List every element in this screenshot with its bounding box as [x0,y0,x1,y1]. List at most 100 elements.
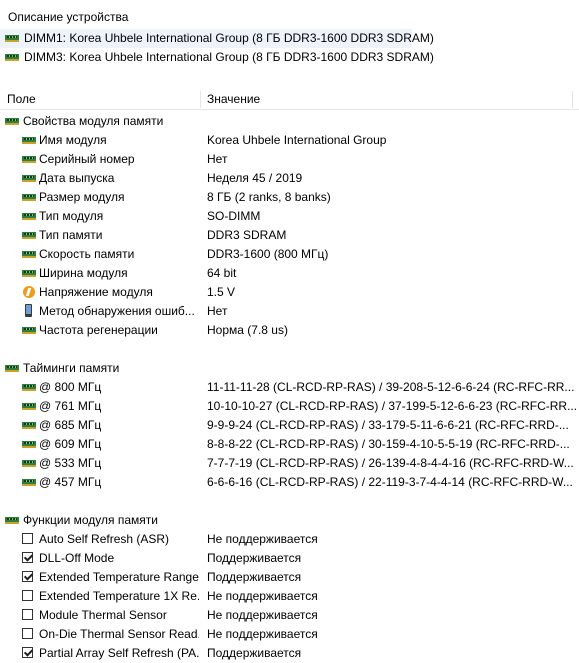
field-value: Нет [207,152,228,166]
table-row[interactable]: Частота регенерации Норма (7.8 us) [0,321,579,340]
field-value: Нет [207,304,228,318]
table-row[interactable]: Имя модуля Korea Uhbele International Gro… [0,131,579,150]
field-value: 10-10-10-27 (CL-RCD-RP-RAS) / 37-199-5-1… [207,399,577,413]
field-value: Поддерживается [207,551,302,565]
ram-module-icon [5,118,19,125]
column-header-value[interactable]: Значение [207,89,260,109]
unchecked-checkbox[interactable] [22,628,33,639]
table-row[interactable]: @ 685 МГц 9-9-9-24 (CL-RCD-RP-RAS) / 33-1… [0,416,579,435]
field-name: Тип модуля [39,209,104,223]
ram-module-icon [22,194,36,201]
section-title: Тайминги памяти [23,361,120,375]
voltage-icon [23,286,35,298]
section-header[interactable]: Тайминги памяти [0,359,579,378]
ram-module-icon [22,327,36,334]
ram-module-icon [22,441,36,448]
field-value: 8-8-8-22 (CL-RCD-RP-RAS) / 30-159-4-10-5… [207,437,570,451]
device-item-dimm3[interactable]: DIMM3: Korea Uhbele International Group … [0,48,579,67]
device-description-title: Описание устройства [8,10,129,24]
device-label: DIMM1: Korea Uhbele International Group … [24,31,434,45]
field-name: Auto Self Refresh (ASR) [39,532,170,546]
table-row[interactable]: Extended Temperature Range Поддерживается [0,568,579,587]
ram-module-icon [22,232,36,239]
table-row[interactable]: Скорость памяти DDR3-1600 (800 МГц) [0,245,579,264]
table-row[interactable]: DLL-Off Mode Поддерживается [0,549,579,568]
table-row[interactable]: Размер модуля 8 ГБ (2 ranks, 8 banks) [0,188,579,207]
field-value: Не поддерживается [207,608,318,622]
field-name: Extended Temperature 1X Re... [39,589,199,603]
ram-module-icon [22,460,36,467]
field-value: Неделя 45 / 2019 [207,171,303,185]
device-list: DIMM1: Korea Uhbele International Group … [0,29,579,67]
table-row[interactable]: Серийный номер Нет [0,150,579,169]
checked-checkbox[interactable] [22,647,33,658]
field-value: 11-11-11-28 (CL-RCD-RP-RAS) / 39-208-5-1… [207,380,575,394]
field-name: Имя модуля [39,133,107,147]
field-name: Partial Array Self Refresh (PA... [39,646,199,660]
unchecked-checkbox[interactable] [22,609,33,620]
table-row[interactable]: Напряжение модуля 1.5 V [0,283,579,302]
field-name: Extended Temperature Range [39,570,199,584]
table-row[interactable]: @ 800 МГц 11-11-11-28 (CL-RCD-RP-RAS) / 3… [0,378,579,397]
field-value: Норма (7.8 us) [207,323,288,337]
ram-module-icon [22,156,36,163]
table-header: Поле Значение [0,89,579,110]
field-name: DLL-Off Mode [39,551,115,565]
field-name: Размер модуля [39,190,125,204]
table-row[interactable]: Module Thermal Sensor Не поддерживается [0,606,579,625]
checked-checkbox[interactable] [22,571,33,582]
table-row[interactable]: On-Die Thermal Sensor Read... Не поддержи… [0,625,579,644]
ram-module-icon [22,175,36,182]
field-name: Ширина модуля [39,266,128,280]
device-icon [25,304,32,317]
table-row[interactable]: @ 533 МГц 7-7-7-19 (CL-RCD-RP-RAS) / 26-1… [0,454,579,473]
ram-module-icon [22,403,36,410]
ram-module-icon [22,479,36,486]
ram-module-icon [5,35,19,42]
field-name: @ 609 МГц [39,437,102,451]
field-value: Не поддерживается [207,627,318,641]
field-value: Поддерживается [207,570,302,584]
field-name: Module Thermal Sensor [39,608,167,622]
device-item-dimm1[interactable]: DIMM1: Korea Uhbele International Group … [0,29,434,48]
section-title: Функции модуля памяти [23,513,158,527]
checked-checkbox[interactable] [22,552,33,563]
field-value: Поддерживается [207,646,302,660]
table-row[interactable]: @ 609 МГц 8-8-8-22 (CL-RCD-RP-RAS) / 30-1… [0,435,579,454]
table-row[interactable]: Extended Temperature 1X Re... Не поддержи… [0,587,579,606]
field-value: Korea Uhbele International Group [207,133,387,147]
table-row[interactable]: Ширина модуля 64 bit [0,264,579,283]
ram-module-icon [22,213,36,220]
field-name: @ 457 МГц [39,475,102,489]
table-row[interactable]: Дата выпуска Неделя 45 / 2019 [0,169,579,188]
unchecked-checkbox[interactable] [22,533,33,544]
field-value: 7-7-7-19 (CL-RCD-RP-RAS) / 26-139-4-8-4-… [207,456,574,470]
field-value: DDR3 SDRAM [207,228,287,242]
column-divider[interactable] [200,91,201,108]
table-row[interactable]: Partial Array Self Refresh (PA... Поддерж… [0,644,579,663]
section-header[interactable]: Функции модуля памяти [0,511,579,530]
field-name: On-Die Thermal Sensor Read... [39,627,199,641]
unchecked-checkbox[interactable] [22,590,33,601]
ram-module-icon [22,137,36,144]
field-name: Метод обнаружения ошиб... [39,304,195,318]
table-row[interactable]: @ 761 МГц 10-10-10-27 (CL-RCD-RP-RAS) / 3… [0,397,579,416]
ram-module-icon [22,384,36,391]
table-row[interactable]: @ 457 МГц 6-6-6-16 (CL-RCD-RP-RAS) / 22-1… [0,473,579,492]
field-value: 64 bit [207,266,237,280]
field-name: Тип памяти [39,228,103,242]
field-name: @ 800 МГц [39,380,102,394]
table-row[interactable]: Тип памяти DDR3 SDRAM [0,226,579,245]
table-row[interactable]: Тип модуля SO-DIMM [0,207,579,226]
table-row[interactable]: Метод обнаружения ошиб... Нет [0,302,579,321]
section-header[interactable]: Свойства модуля памяти [0,112,579,131]
field-name: Частота регенерации [39,323,158,337]
section-title: Свойства модуля памяти [23,114,164,128]
column-header-field[interactable]: Поле [7,89,36,109]
field-value: DDR3-1600 (800 МГц) [207,247,329,261]
spacer-row [0,340,579,359]
field-value: 8 ГБ (2 ranks, 8 banks) [207,190,331,204]
table-row[interactable]: Auto Self Refresh (ASR) Не поддерживается [0,530,579,549]
field-value: 6-6-6-16 (CL-RCD-RP-RAS) / 22-119-3-7-4-… [207,475,573,489]
column-divider[interactable] [572,91,573,108]
